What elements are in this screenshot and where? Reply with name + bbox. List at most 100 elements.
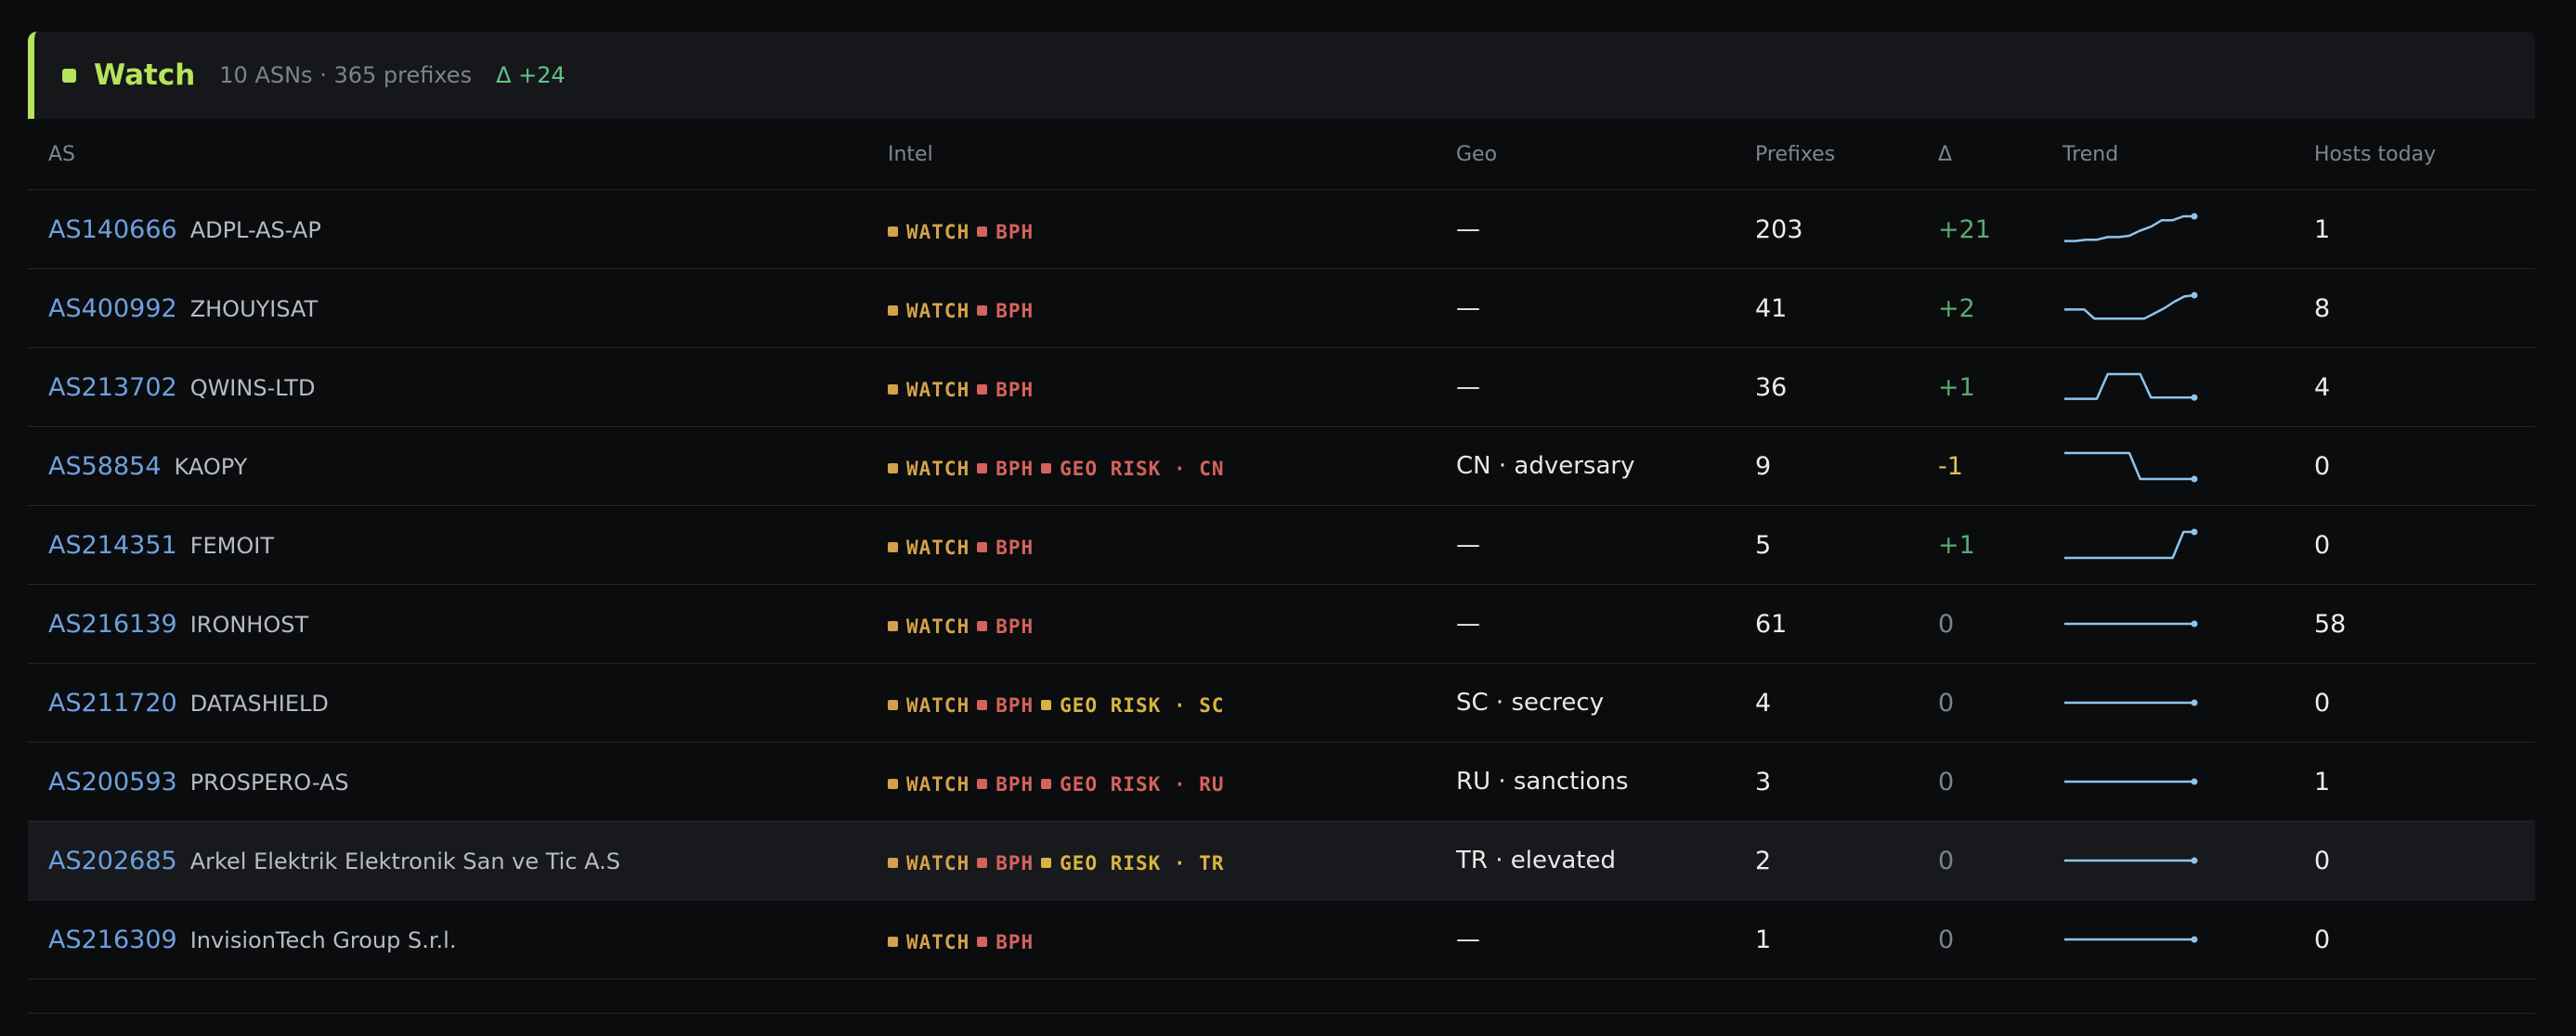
as-name: IRONHOST	[189, 611, 309, 638]
sparkline-end-dot	[2191, 475, 2198, 483]
asn-link[interactable]: AS214351	[48, 531, 177, 560]
table-row[interactable]: AS216309 InvisionTech Group S.r.l. WATCH BP…	[28, 900, 2535, 979]
intel-tag-geo-amber[interactable]: GEO RISK · TR	[1041, 852, 1224, 874]
as-name: PROSPERO-AS	[189, 769, 349, 796]
table-row[interactable]: AS216139 IRONHOST WATCH BPH — 61 0 58	[28, 585, 2535, 664]
tag-square-icon	[977, 227, 988, 237]
intel-tag-geo-red[interactable]: GEO RISK · CN	[1041, 458, 1224, 480]
as-name: InvisionTech Group S.r.l.	[189, 926, 457, 953]
intel-tag-bph[interactable]: BPH	[977, 221, 1034, 243]
intel-tag-watch[interactable]: WATCH	[888, 458, 969, 480]
cell-hosts-today: 1	[2314, 214, 2331, 244]
tag-label: GEO RISK · RU	[1060, 772, 1225, 796]
sparkline-end-dot	[2191, 394, 2198, 401]
tag-square-icon	[1041, 463, 1052, 473]
asn-link[interactable]: AS202685	[48, 847, 177, 875]
intel-tag-bph[interactable]: BPH	[977, 379, 1034, 401]
as-name: QWINS-LTD	[189, 374, 316, 401]
section-header[interactable]: Watch 10 ASNs · 365 prefixes Δ +24	[28, 32, 2535, 119]
intel-tag-watch[interactable]: WATCH	[888, 300, 969, 322]
tag-square-icon	[888, 621, 898, 631]
table-row[interactable]: AS213702 QWINS-LTD WATCH BPH — 36 +1 4	[28, 348, 2535, 427]
as-name: Arkel Elektrik Elektronik San ve Tic A.S	[189, 848, 621, 874]
col-geo[interactable]: Geo	[1436, 143, 1735, 166]
sparkline-end-dot	[2191, 699, 2198, 706]
tag-label: WATCH	[906, 220, 970, 243]
cell-delta: +21	[1938, 214, 1991, 244]
col-hosts[interactable]: Hosts today	[2294, 143, 2535, 166]
cell-prefixes: 36	[1755, 372, 1788, 402]
col-intel[interactable]: Intel	[867, 143, 1436, 166]
col-prefixes[interactable]: Prefixes	[1735, 143, 1918, 166]
asn-link[interactable]: AS213702	[48, 373, 177, 402]
intel-tag-bph[interactable]: BPH	[977, 615, 1034, 638]
cell-geo: —	[1456, 215, 1480, 243]
cell-hosts-today: 4	[2314, 372, 2331, 402]
asn-link[interactable]: AS216309	[48, 926, 177, 954]
section-summary: 10 ASNs · 365 prefixes	[219, 62, 473, 88]
asn-link[interactable]: AS58854	[48, 452, 162, 481]
cell-hosts-today: 0	[2314, 530, 2331, 560]
table-row[interactable]: AS140666 ADPL-AS-AP WATCH BPH — 203 +21 1	[28, 190, 2535, 269]
trend-sparkline	[2064, 528, 2198, 560]
asn-link[interactable]: AS140666	[48, 215, 177, 244]
table-row[interactable]: AS202685 Arkel Elektrik Elektronik San ve…	[28, 822, 2535, 900]
tag-square-icon	[888, 463, 898, 473]
intel-tag-bph[interactable]: BPH	[977, 300, 1034, 322]
intel-tag-watch[interactable]: WATCH	[888, 773, 969, 796]
intel-tag-bph[interactable]: BPH	[977, 537, 1034, 559]
intel-tag-watch[interactable]: WATCH	[888, 221, 969, 243]
tag-square-icon	[977, 858, 988, 868]
cell-trend	[2042, 765, 2294, 798]
intel-tag-bph[interactable]: BPH	[977, 694, 1034, 717]
tag-label: BPH	[995, 772, 1034, 796]
cell-delta: 0	[1938, 767, 1955, 796]
col-delta[interactable]: Δ	[1918, 143, 2042, 166]
asn-link[interactable]: AS211720	[48, 689, 177, 718]
intel-tag-watch[interactable]: WATCH	[888, 379, 969, 401]
cell-hosts-today: 0	[2314, 925, 2331, 954]
intel-tag-geo-red[interactable]: GEO RISK · RU	[1041, 773, 1224, 796]
cell-intel: WATCH BPH GEO RISK · RU	[867, 768, 1436, 796]
as-name: ZHOUYISAT	[189, 295, 319, 322]
table-row[interactable]: AS211720 DATASHIELD WATCH BPH GEO RISK · SC S…	[28, 664, 2535, 743]
cell-prefixes: 2	[1755, 846, 1772, 875]
tag-label: GEO RISK · SC	[1060, 693, 1225, 717]
asn-link[interactable]: AS400992	[48, 294, 177, 323]
cell-delta: +2	[1938, 293, 1975, 323]
cell-geo: —	[1456, 531, 1480, 559]
intel-tag-watch[interactable]: WATCH	[888, 694, 969, 717]
table-row[interactable]: AS400992 ZHOUYISAT WATCH BPH — 41 +2 8	[28, 269, 2535, 348]
tag-label: BPH	[995, 299, 1034, 322]
intel-tag-bph[interactable]: BPH	[977, 852, 1034, 874]
cell-geo: SC · secrecy	[1456, 689, 1605, 717]
trend-sparkline	[2064, 291, 2198, 320]
table-row[interactable]: AS58854 KAOPY WATCH BPH GEO RISK · CN CN · ad…	[28, 427, 2535, 506]
intel-tag-watch[interactable]: WATCH	[888, 852, 969, 874]
intel-tag-watch[interactable]: WATCH	[888, 537, 969, 559]
intel-tag-watch[interactable]: WATCH	[888, 615, 969, 638]
tag-label: WATCH	[906, 299, 970, 322]
tag-label: GEO RISK · TR	[1060, 851, 1225, 874]
intel-tag-bph[interactable]: BPH	[977, 931, 1034, 953]
asn-link[interactable]: AS200593	[48, 768, 177, 796]
cell-hosts-today: 1	[2314, 767, 2331, 796]
table-row[interactable]: AS214351 FEMOIT WATCH BPH — 5 +1 0	[28, 506, 2535, 585]
cell-intel: WATCH BPH	[867, 215, 1436, 243]
sparkline-path	[2064, 372, 2194, 400]
intel-tag-bph[interactable]: BPH	[977, 458, 1034, 480]
trend-sparkline	[2064, 936, 2198, 943]
sparkline-end-dot	[2191, 857, 2198, 864]
intel-tag-watch[interactable]: WATCH	[888, 931, 969, 953]
col-trend[interactable]: Trend	[2042, 143, 2294, 166]
asn-link[interactable]: AS216139	[48, 610, 177, 639]
cell-trend	[2042, 923, 2294, 956]
col-as[interactable]: AS	[28, 143, 867, 166]
as-name: KAOPY	[174, 453, 248, 480]
intel-tag-geo-amber[interactable]: GEO RISK · SC	[1041, 694, 1224, 717]
intel-tag-bph[interactable]: BPH	[977, 773, 1034, 796]
sparkline-end-dot	[2191, 528, 2198, 536]
sparkline-path	[2064, 293, 2195, 320]
tag-square-icon	[977, 384, 988, 395]
table-row[interactable]: AS200593 PROSPERO-AS WATCH BPH GEO RISK · RU…	[28, 743, 2535, 822]
